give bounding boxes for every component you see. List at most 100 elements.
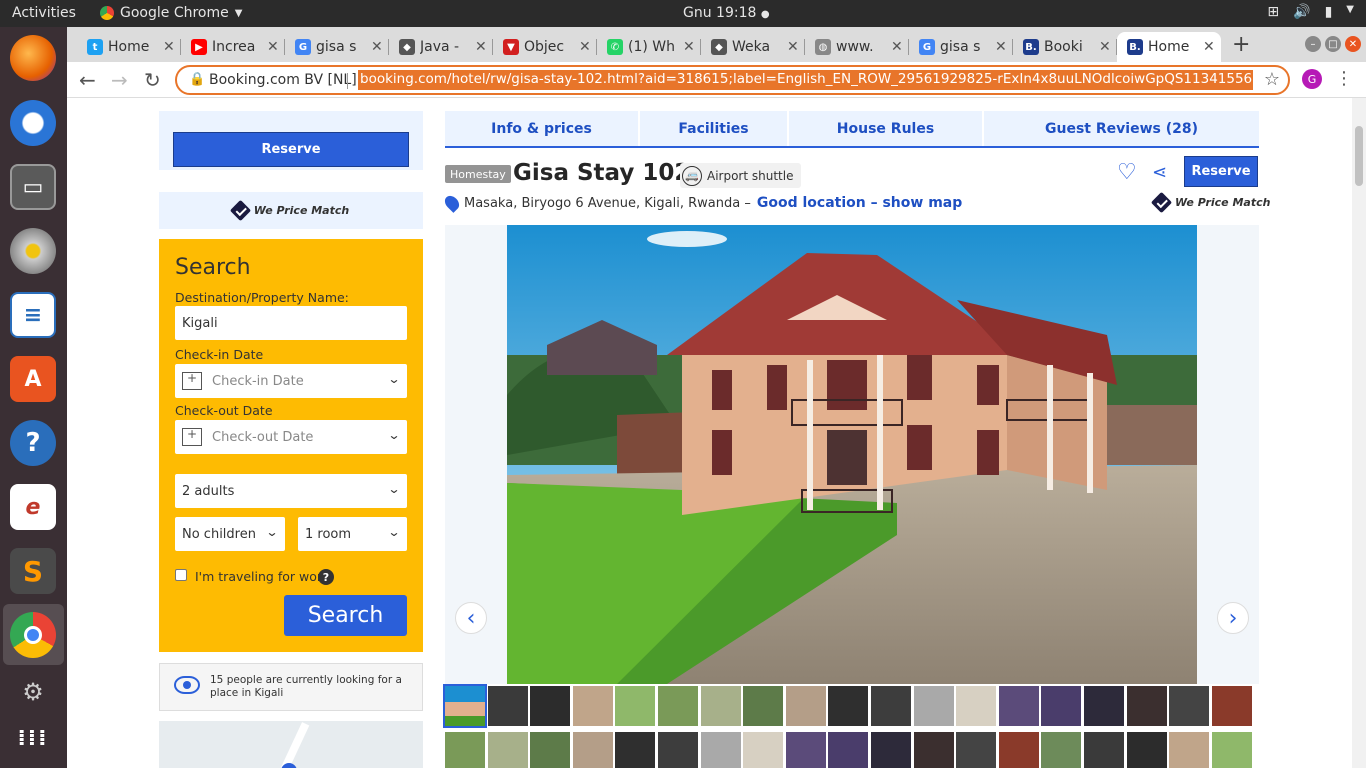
gallery-thumbnail[interactable] [615,732,656,768]
close-tab-icon[interactable]: ✕ [891,39,903,55]
gallery-thumbnail[interactable] [1211,732,1252,768]
gallery-thumbnail[interactable] [956,732,997,768]
browser-tab[interactable]: B. Home ✕ [1117,32,1221,62]
gallery-thumbnail[interactable] [785,686,826,726]
price-match-top[interactable]: We Price Match [1150,191,1270,214]
scrollbar-thumb[interactable] [1355,126,1363,186]
next-photo-button[interactable]: › [1217,602,1249,634]
map-preview[interactable] [159,721,423,768]
gallery-thumbnail[interactable] [998,732,1039,768]
close-tab-icon[interactable]: ✕ [579,39,591,55]
files-icon[interactable]: ▭ [10,164,56,210]
software-center-icon[interactable]: A [10,356,56,402]
gallery-thumbnail[interactable] [1169,732,1210,768]
minimize-button[interactable]: – [1305,36,1321,52]
url-text[interactable]: booking.com/hotel/rw/gisa-stay-102.html?… [358,70,1253,90]
help-icon[interactable]: ? [10,420,56,466]
gallery-thumbnail[interactable] [871,732,911,768]
browser-menu-icon[interactable]: ⋮ [1335,68,1353,89]
previous-photo-button[interactable]: ‹ [455,602,487,634]
work-travel-label[interactable]: I'm traveling for work [195,569,329,584]
gallery-thumbnail[interactable] [658,732,698,768]
gallery-thumbnail[interactable] [615,686,656,726]
share-icon[interactable]: ⋖ [1152,162,1167,183]
gallery-thumbnail[interactable] [443,684,487,728]
close-tab-icon[interactable]: ✕ [1203,39,1215,55]
gallery-thumbnail[interactable] [785,732,826,768]
maximize-button[interactable]: □ [1325,36,1341,52]
gallery-thumbnail[interactable] [572,732,613,768]
sidebar-price-match[interactable]: We Price Match [159,192,423,229]
browser-tab[interactable]: t Home ✕ [77,32,181,62]
children-select[interactable]: No children ⌄ [175,517,285,551]
gallery-thumbnail[interactable] [1211,686,1252,726]
gallery-thumbnail[interactable] [1169,686,1210,726]
close-tab-icon[interactable]: ✕ [1099,39,1111,55]
address-bar[interactable]: 🔒 Booking.com BV [NL] booking.com/hotel/… [175,65,1290,95]
back-button[interactable]: ← [79,68,96,92]
destination-input[interactable]: Kigali [175,306,407,340]
tab-info-prices[interactable]: Info & prices [445,111,640,146]
forward-button[interactable]: → [111,68,128,92]
browser-tab[interactable]: ▼ Objec ✕ [493,32,597,62]
gallery-thumbnail[interactable] [445,732,485,768]
browser-tab[interactable]: B. Booki ✕ [1013,32,1117,62]
gallery-thumbnail[interactable] [1084,686,1124,726]
tab-house-rules[interactable]: House Rules [789,111,984,146]
gallery-thumbnail[interactable] [1084,732,1124,768]
gallery-thumbnail[interactable] [658,686,698,726]
gallery-thumbnail[interactable] [743,686,784,726]
clock[interactable]: Gnu 19:18 ● [683,5,770,21]
browser-tab[interactable]: ◆ Weka ✕ [701,32,805,62]
close-tab-icon[interactable]: ✕ [163,39,175,55]
gallery-thumbnail[interactable] [871,686,911,726]
writer-icon[interactable]: ≡ [10,292,56,338]
browser-tab[interactable]: Ggisa s ✕ [285,32,389,62]
checkout-date-field[interactable]: Check-out Date ⌄ [175,420,407,454]
reload-button[interactable]: ↻ [144,68,161,92]
browser-tab[interactable]: ◍ www. ✕ [805,32,909,62]
activities-button[interactable]: Activities [12,5,76,21]
gallery-thumbnail[interactable] [913,686,954,726]
main-photo[interactable] [507,225,1197,684]
checkin-date-field[interactable]: Check-in Date ⌄ [175,364,407,398]
tab-facilities[interactable]: Facilities [640,111,789,146]
app-menu[interactable]: Google Chrome ▼ [100,5,242,21]
reserve-button[interactable]: Reserve [1184,156,1258,187]
adults-select[interactable]: 2 adults ⌄ [175,474,407,508]
gallery-thumbnail[interactable] [530,732,571,768]
gallery-thumbnail[interactable] [1126,732,1167,768]
gallery-thumbnail[interactable] [530,686,571,726]
search-button[interactable]: Search [284,595,407,636]
gallery-thumbnail[interactable] [487,732,528,768]
lock-icon[interactable]: 🔒 [189,72,205,87]
gallery-thumbnail[interactable] [828,686,869,726]
tab-guest-reviews[interactable]: Guest Reviews (28) [984,111,1259,146]
gallery-thumbnail[interactable] [700,732,741,768]
close-tab-icon[interactable]: ✕ [683,39,695,55]
close-tab-icon[interactable]: ✕ [995,39,1007,55]
rhythmbox-icon[interactable] [10,228,56,274]
profile-avatar[interactable]: G [1302,69,1322,89]
browser-tab[interactable]: ◆ Java - ✕ [389,32,493,62]
app-grid-icon[interactable]: ⁞⁞⁞ [10,715,56,761]
page-scrollbar[interactable] [1352,98,1366,768]
close-tab-icon[interactable]: ✕ [475,39,487,55]
gallery-thumbnail[interactable] [956,686,997,726]
sidebar-reserve-button[interactable]: Reserve [173,132,409,167]
gallery-thumbnail[interactable] [743,732,784,768]
gallery-thumbnail[interactable] [1041,732,1082,768]
gallery-thumbnail[interactable] [572,686,613,726]
gallery-thumbnail[interactable] [913,732,954,768]
browser-tab[interactable]: Ggisa s ✕ [909,32,1013,62]
sublime-text-icon[interactable]: S [10,548,56,594]
rooms-select[interactable]: 1 room ⌄ [298,517,407,551]
close-tab-icon[interactable]: ✕ [787,39,799,55]
close-tab-icon[interactable]: ✕ [267,39,279,55]
show-map-link[interactable]: Good location – show map [757,195,962,211]
thunderbird-icon[interactable] [10,100,56,146]
tools-icon[interactable]: ⚙ [10,669,56,715]
gallery-thumbnail[interactable] [1126,686,1167,726]
work-travel-checkbox[interactable] [175,569,187,581]
browser-tab[interactable]: ▶ Increa ✕ [181,32,285,62]
